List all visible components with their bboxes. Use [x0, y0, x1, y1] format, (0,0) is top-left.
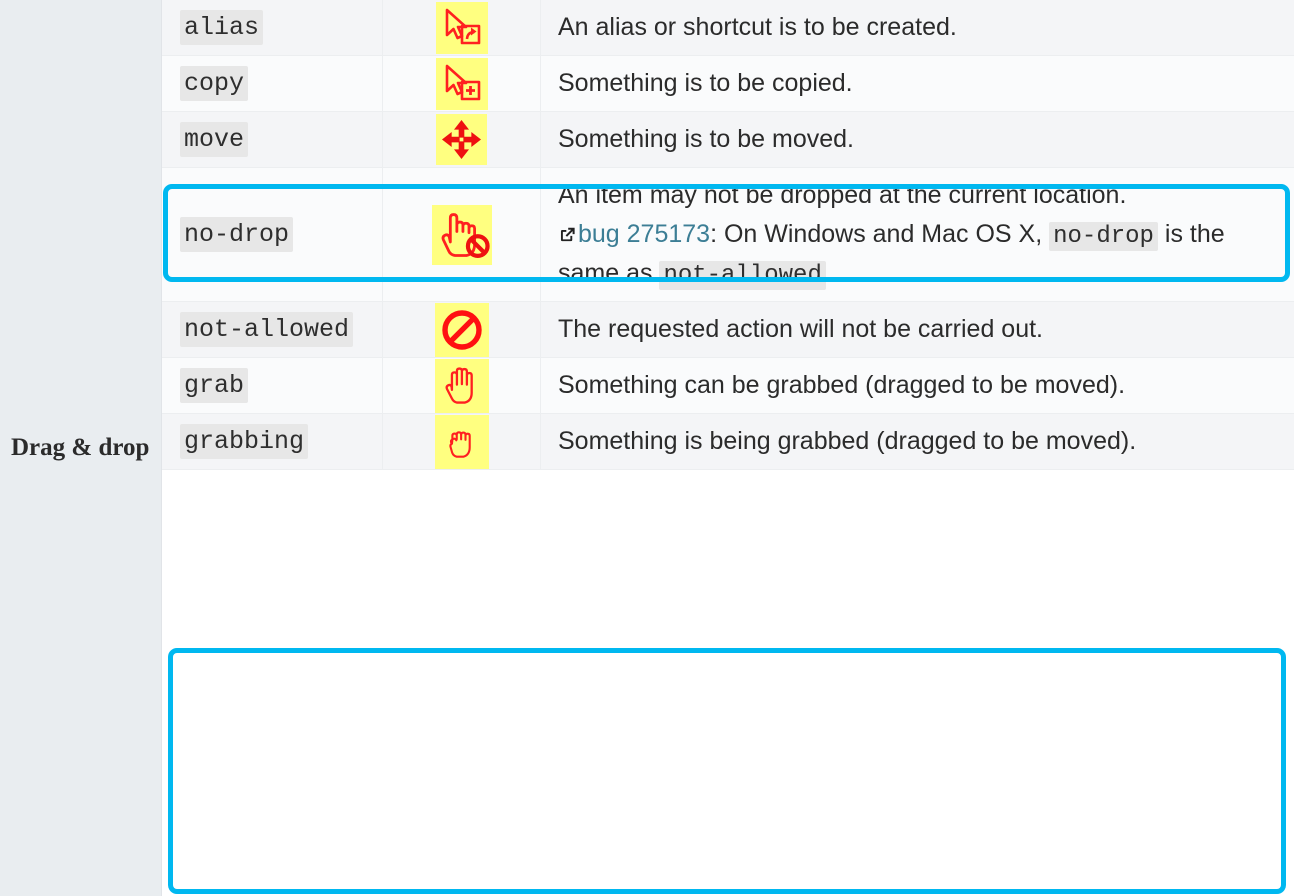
cursor-keyword: not-allowed — [180, 312, 354, 347]
external-link-icon — [560, 227, 575, 242]
cursor-keyword: grabbing — [180, 424, 309, 459]
cursor-no-drop-icon — [431, 204, 492, 265]
cursor-description: An item may not be dropped at the curren… — [558, 176, 1278, 293]
table-row: alias An alias or shortcut is to be creat… — [162, 0, 1294, 56]
cursor-description-cell: Something can be grabbed (dragged to be … — [541, 358, 1294, 413]
table-row: no-drop An item may not be dropped at the… — [162, 168, 1294, 302]
cursor-keyword-cell: grab — [162, 358, 383, 413]
desc-text-fragment: Something is being grabbed (dragged to b… — [558, 427, 1137, 455]
cursor-description-cell: An alias or shortcut is to be created. — [541, 0, 1294, 55]
cursor-description: Something can be grabbed (dragged to be … — [558, 366, 1125, 405]
cursor-icon-cell — [383, 414, 541, 469]
cursor-keyword: copy — [180, 66, 249, 101]
row-header-drag-and-drop: Drag & drop — [0, 0, 162, 896]
bug-link-label: bug 275173 — [578, 220, 711, 248]
cursor-keyword-cell: not-allowed — [162, 302, 383, 357]
desc-text-fragment: An item may not be dropped at the curren… — [558, 181, 1127, 209]
cursor-table: alias An alias or shortcut is to be creat… — [162, 0, 1294, 896]
cursor-icon-cell — [383, 358, 541, 413]
cursor-not-allowed-icon — [434, 302, 489, 357]
desc-text-fragment: Something is to be copied. — [558, 69, 853, 97]
cursor-copy-icon — [435, 57, 488, 110]
cursor-description: An alias or shortcut is to be created. — [558, 8, 957, 47]
cursor-keyword-cell: no-drop — [162, 168, 383, 301]
cursor-values-table-page: Drag & drop alias An alias or shortcut is… — [0, 0, 1294, 896]
cursor-alias-icon — [435, 1, 488, 54]
cursor-description-cell: Something is to be moved. — [541, 112, 1294, 167]
desc-text-fragment: Something is to be moved. — [558, 125, 854, 153]
cursor-description-cell: The requested action will not be carried… — [541, 302, 1294, 357]
table-row: grab Something can be grabbed (dragged to… — [162, 358, 1294, 414]
cursor-icon-cell — [383, 112, 541, 167]
desc-text-fragment: The requested action will not be carried… — [558, 315, 1043, 343]
table-row: grabbing Something is being grabbed (drag… — [162, 414, 1294, 470]
table-row: copy Something is to be copied. — [162, 56, 1294, 112]
cursor-description-cell: An item may not be dropped at the curren… — [541, 168, 1294, 301]
cursor-keyword: alias — [180, 10, 264, 45]
bug-link[interactable]: bug 275173 — [558, 220, 710, 248]
cursor-keyword-cell: copy — [162, 56, 383, 111]
inline-code: not-allowed — [659, 261, 826, 290]
cursor-grabbing-icon — [434, 414, 489, 469]
table-row: move Something is to be moved. — [162, 112, 1294, 168]
cursor-move-icon — [436, 114, 487, 165]
cursor-description-cell: Something is to be copied. — [541, 56, 1294, 111]
cursor-description: The requested action will not be carried… — [558, 310, 1043, 349]
desc-text-fragment: Something can be grabbed (dragged to be … — [558, 371, 1126, 399]
cursor-keyword-cell: grabbing — [162, 414, 383, 469]
cursor-keyword: move — [180, 122, 249, 157]
cursor-grab-icon — [434, 358, 489, 413]
inline-code: no-drop — [1049, 222, 1158, 251]
cursor-keyword: grab — [180, 368, 249, 403]
cursor-keyword: no-drop — [180, 217, 294, 252]
desc-text-fragment: . — [825, 259, 833, 287]
cursor-description: Something is to be moved. — [558, 120, 854, 159]
cursor-icon-cell — [383, 56, 541, 111]
cursor-description-cell: Something is being grabbed (dragged to b… — [541, 414, 1294, 469]
table-row: not-allowed The requested action will not… — [162, 302, 1294, 358]
desc-text-fragment: : On Windows and Mac OS X, — [710, 220, 1050, 248]
cursor-description: Something is being grabbed (dragged to b… — [558, 422, 1136, 461]
desc-text-fragment: An alias or shortcut is to be created. — [558, 13, 957, 41]
cursor-keyword-cell: move — [162, 112, 383, 167]
row-header-label: Drag & drop — [11, 434, 150, 461]
cursor-keyword-cell: alias — [162, 0, 383, 55]
cursor-description: Something is to be copied. — [558, 64, 853, 103]
cursor-icon-cell — [383, 0, 541, 55]
cursor-icon-cell — [383, 302, 541, 357]
cursor-icon-cell — [383, 168, 541, 301]
